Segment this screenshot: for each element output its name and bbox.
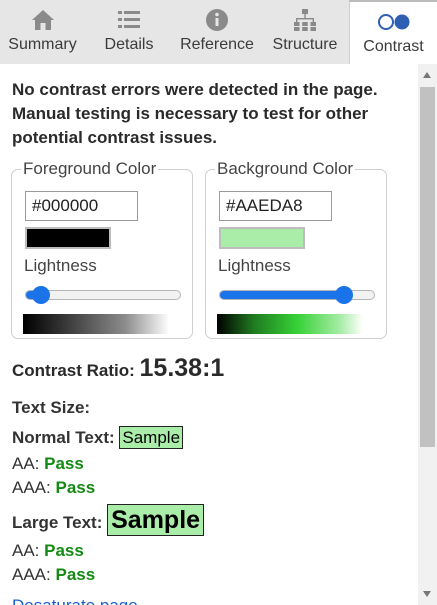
hierarchy-icon	[292, 0, 318, 34]
aa-label: AA:	[12, 541, 40, 560]
large-text-label: Large Text:	[12, 513, 103, 532]
background-lightness-label: Lightness	[218, 256, 291, 275]
background-hex-input[interactable]	[219, 191, 332, 221]
tab-summary[interactable]: Summary	[0, 0, 85, 64]
aaa-label: AAA:	[12, 478, 51, 497]
contrast-ratio: Contrast Ratio: 15.38:1	[12, 354, 224, 383]
foreground-lightness-label: Lightness	[24, 256, 97, 275]
tab-bar: Summary Details Reference Structure Cont…	[0, 0, 437, 64]
contrast-panel: No contrast errors were detected in the …	[0, 64, 418, 605]
large-text-row: Large Text: Sample	[12, 504, 205, 536]
desaturate-page-link[interactable]: Desaturate page	[12, 596, 138, 605]
background-color-group: Background Color Lightness	[205, 159, 387, 339]
aaa-result: Pass	[55, 478, 96, 497]
foreground-lightness-gradient	[23, 314, 169, 334]
background-lightness-slider[interactable]	[219, 285, 376, 305]
foreground-swatch[interactable]	[25, 227, 111, 249]
normal-aa-row: AA: Pass	[12, 454, 84, 474]
background-legend: Background Color	[215, 159, 356, 179]
tab-label: Summary	[8, 36, 77, 53]
tab-label: Contrast	[363, 38, 424, 55]
foreground-color-group: Foreground Color Lightness	[11, 159, 193, 339]
normal-aaa-row: AAA: Pass	[12, 478, 95, 498]
contrast-ratio-label: Contrast Ratio:	[12, 361, 135, 380]
contrast-icon	[377, 2, 411, 36]
foreground-lightness-slider[interactable]	[25, 285, 182, 305]
scroll-down-arrow-icon[interactable]	[423, 591, 431, 597]
scrollbar-thumb[interactable]	[420, 87, 435, 447]
large-text-sample: Sample	[107, 504, 205, 536]
normal-text-label: Normal Text:	[12, 428, 115, 447]
aaa-label: AAA:	[12, 565, 51, 584]
info-icon	[205, 0, 229, 34]
contrast-ratio-value: 15.38:1	[139, 354, 225, 382]
tab-reference[interactable]: Reference	[173, 0, 261, 64]
slider-thumb[interactable]	[31, 286, 50, 304]
list-icon	[117, 0, 141, 34]
tab-contrast[interactable]: Contrast	[349, 0, 437, 64]
large-aa-row: AA: Pass	[12, 541, 84, 561]
slider-fill	[220, 291, 345, 299]
tab-details[interactable]: Details	[85, 0, 173, 64]
tab-label: Details	[104, 36, 154, 53]
tab-label: Reference	[180, 36, 254, 53]
normal-text-sample: Sample	[119, 426, 184, 449]
slider-thumb[interactable]	[334, 286, 353, 304]
large-aaa-row: AAA: Pass	[12, 565, 95, 585]
normal-text-row: Normal Text: Sample	[12, 426, 184, 449]
background-swatch[interactable]	[219, 227, 305, 249]
background-lightness-gradient	[217, 314, 363, 334]
tab-label: Structure	[272, 36, 338, 53]
foreground-legend: Foreground Color	[21, 159, 159, 179]
aa-result: Pass	[44, 454, 84, 473]
summary-message: No contrast errors were detected in the …	[12, 80, 378, 147]
scroll-up-arrow-icon[interactable]	[423, 72, 431, 78]
aa-label: AA:	[12, 454, 40, 473]
vertical-scrollbar[interactable]	[418, 64, 437, 605]
aaa-result: Pass	[55, 565, 96, 584]
home-icon	[31, 0, 55, 34]
tab-structure[interactable]: Structure	[261, 0, 349, 64]
text-size-heading: Text Size:	[12, 398, 91, 417]
aa-result: Pass	[44, 541, 84, 560]
foreground-hex-input[interactable]	[25, 191, 138, 221]
